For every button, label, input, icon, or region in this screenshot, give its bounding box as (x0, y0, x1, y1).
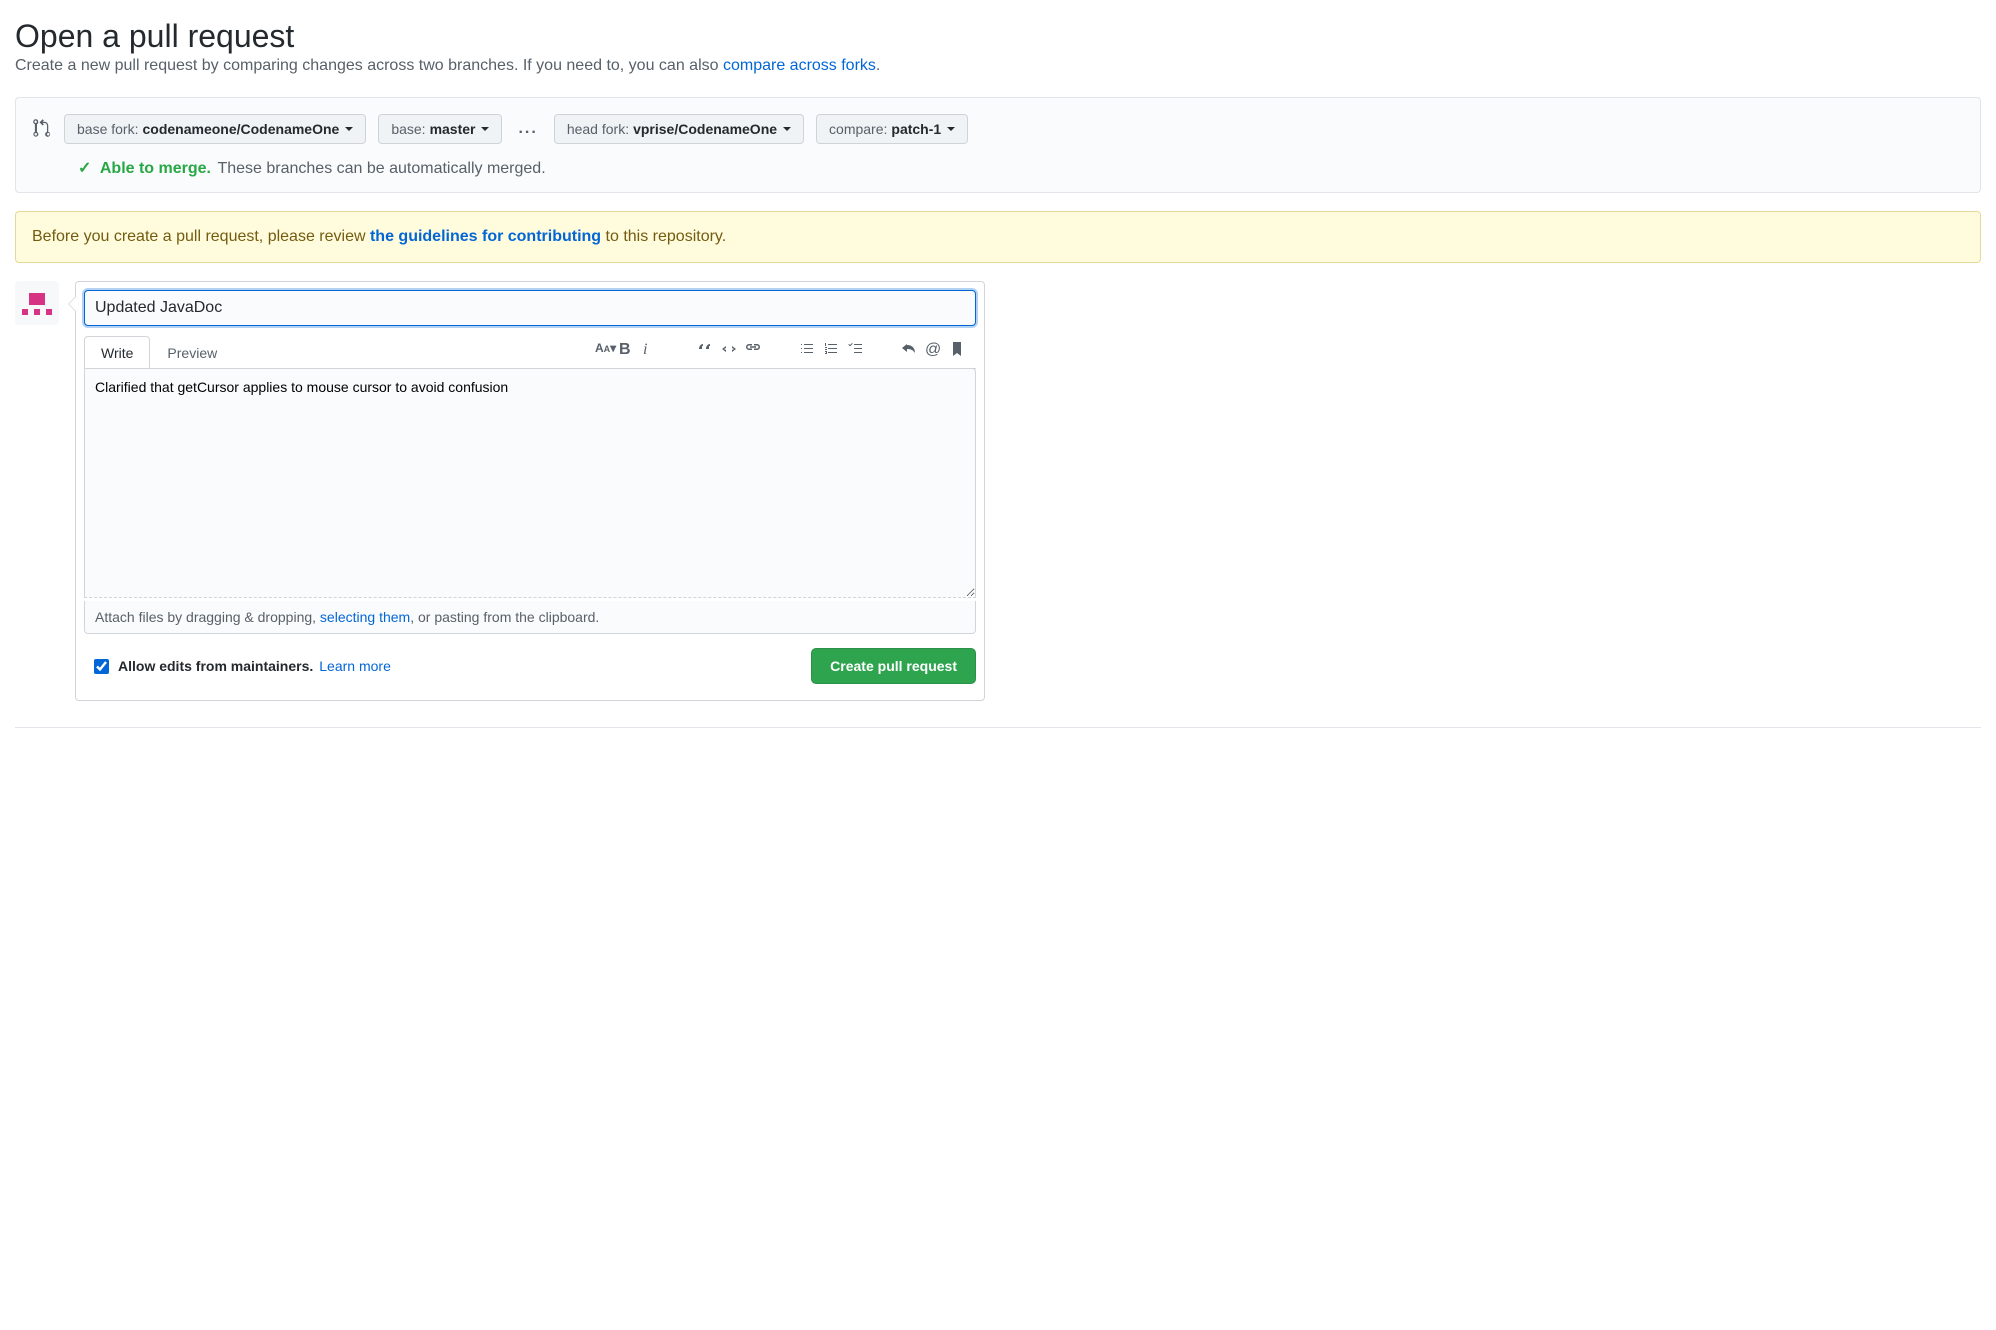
task-list-icon[interactable] (844, 338, 866, 360)
select-files-link[interactable]: selecting them (320, 609, 410, 625)
divider (15, 727, 1981, 728)
base-fork-select[interactable]: base fork: codenameone/CodenameOne (64, 114, 366, 144)
tab-preview[interactable]: Preview (150, 336, 234, 369)
base-fork-value: codenameone/CodenameOne (142, 121, 339, 137)
base-value: master (430, 121, 476, 137)
code-icon[interactable] (718, 338, 740, 360)
merge-status: ✓ Able to merge. These branches can be a… (78, 158, 1964, 178)
page-title: Open a pull request (15, 18, 1981, 55)
subtitle-post: . (876, 57, 880, 74)
compare-ellipsis: ... (514, 120, 541, 138)
numbered-list-icon[interactable] (820, 338, 842, 360)
allow-edits-checkbox[interactable] (94, 659, 109, 674)
caret-down-icon (345, 127, 353, 131)
head-fork-select[interactable]: head fork: vprise/CodenameOne (554, 114, 804, 144)
page-subtitle: Create a new pull request by comparing c… (15, 57, 1981, 75)
attach-pre: Attach files by dragging & dropping, (95, 609, 320, 625)
quote-icon[interactable] (694, 338, 716, 360)
base-branch-select[interactable]: base: master (378, 114, 502, 144)
subtitle-text: Create a new pull request by comparing c… (15, 57, 723, 74)
attach-dropzone[interactable]: Attach files by dragging & dropping, sel… (84, 601, 976, 634)
avatar (15, 281, 59, 325)
flash-post: to this repository. (606, 228, 727, 245)
base-label: base: (391, 121, 425, 137)
merge-status-title: Able to merge. (100, 160, 211, 177)
tab-write[interactable]: Write (84, 336, 150, 369)
caret-down-icon (947, 127, 955, 131)
compare-label: compare: (829, 121, 887, 137)
bookmark-icon[interactable] (946, 338, 968, 360)
compare-branch-select[interactable]: compare: patch-1 (816, 114, 968, 144)
comment-tabnav: Write Preview AA▾ B i (84, 336, 976, 369)
mention-icon[interactable]: @ (922, 338, 944, 360)
bold-icon[interactable]: B (616, 338, 638, 360)
base-fork-label: base fork: (77, 121, 138, 137)
caret-down-icon (783, 127, 791, 131)
caret-down-icon (481, 127, 489, 131)
comment-form: Write Preview AA▾ B i (75, 281, 985, 701)
flash-pre: Before you create a pull request, please… (32, 228, 370, 245)
contributing-guidelines-link[interactable]: the guidelines for contributing (370, 228, 601, 245)
compare-value: patch-1 (891, 121, 941, 137)
bullet-list-icon[interactable] (796, 338, 818, 360)
reply-icon[interactable] (898, 338, 920, 360)
compare-forks-link[interactable]: compare across forks (723, 57, 876, 74)
create-pr-button[interactable]: Create pull request (811, 648, 976, 684)
head-fork-value: vprise/CodenameOne (633, 121, 777, 137)
link-icon[interactable] (742, 338, 764, 360)
markdown-toolbar: AA▾ B i @ (564, 338, 976, 366)
contributing-flash: Before you create a pull request, please… (15, 211, 1981, 263)
git-compare-icon (32, 118, 52, 141)
head-fork-label: head fork: (567, 121, 629, 137)
attach-post: , or pasting from the clipboard. (410, 609, 599, 625)
allow-edits-label: Allow edits from maintainers. (118, 658, 313, 674)
text-size-icon[interactable]: AA▾ (592, 338, 614, 360)
allow-edits-row: Allow edits from maintainers. Learn more (90, 656, 391, 677)
pr-body-textarea[interactable]: Clarified that getCursor applies to mous… (84, 368, 976, 598)
compare-box: base fork: codenameone/CodenameOne base:… (15, 97, 1981, 193)
italic-icon[interactable]: i (640, 338, 662, 360)
merge-status-desc: These branches can be automatically merg… (217, 160, 545, 177)
check-icon: ✓ (78, 160, 91, 177)
learn-more-link[interactable]: Learn more (319, 658, 391, 674)
pr-title-input[interactable] (84, 290, 976, 326)
